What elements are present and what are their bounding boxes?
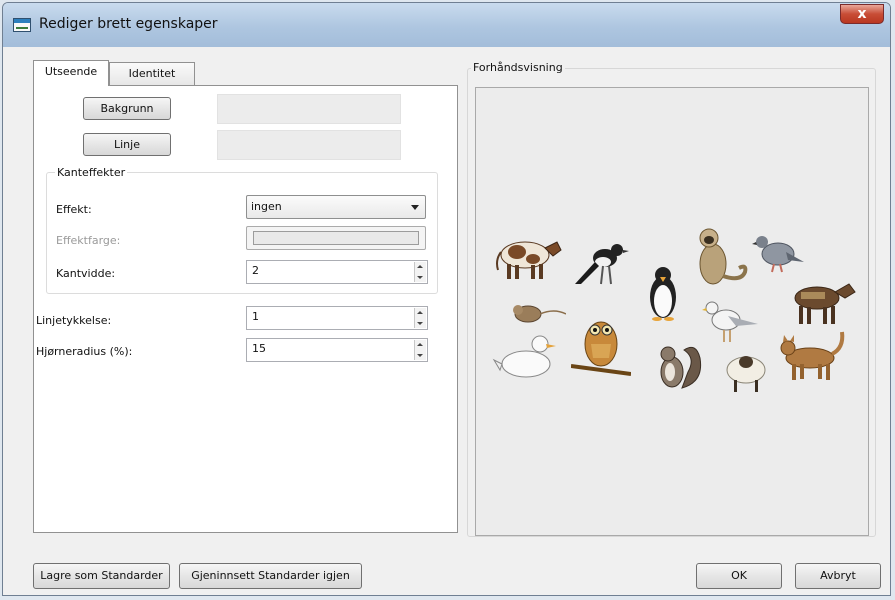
magpie-image <box>575 244 629 285</box>
duck-image <box>492 335 556 378</box>
line-button[interactable]: Linje <box>83 133 171 156</box>
arrow-up-icon <box>417 311 423 314</box>
arrow-up-icon <box>417 265 423 268</box>
line-thickness-value: 1 <box>252 310 259 323</box>
line-thickness-spinbox[interactable]: 1 <box>246 306 428 330</box>
restore-defaults-button[interactable]: Gjeninnsett Standarder igjen <box>179 563 362 589</box>
edge-width-value: 2 <box>252 264 259 277</box>
preview-board <box>475 87 869 536</box>
donkey-image <box>794 283 856 324</box>
close-button[interactable]: x <box>840 4 884 24</box>
sheep-image <box>726 356 766 392</box>
effect-color-field <box>246 226 426 250</box>
seagull-image <box>702 301 758 342</box>
effect-select[interactable]: ingen <box>246 195 426 219</box>
squirrel-image <box>660 346 702 389</box>
effect-label: Effekt: <box>56 203 92 216</box>
effect-color-label: Effektfarge: <box>56 234 121 247</box>
cow-image <box>496 241 562 279</box>
title-bar[interactable]: Rediger brett egenskaper x <box>3 3 890 47</box>
corner-radius-spinbox[interactable]: 15 <box>246 338 428 362</box>
appearance-panel: Bakgrunn Linje Kanteffekter Effekt: inge… <box>33 85 458 533</box>
arrow-up-icon <box>417 343 423 346</box>
arrow-down-icon <box>417 322 423 325</box>
tab-utseende[interactable]: Utseende <box>33 60 109 86</box>
edge-effects-legend: Kanteffekter <box>57 166 126 179</box>
dialog-content: Utseende Identitet Bakgrunn Linje Kantef… <box>11 47 882 595</box>
background-color-swatch <box>217 94 401 124</box>
rat-image <box>513 305 566 323</box>
owl-image <box>571 321 631 376</box>
edge-width-stepper[interactable] <box>414 262 426 282</box>
line-thickness-stepper[interactable] <box>414 308 426 328</box>
dialog-window: Rediger brett egenskaper x Utseende Iden… <box>2 2 891 596</box>
tab-identitet[interactable]: Identitet <box>109 62 195 86</box>
line-thickness-label: Linjetykkelse: <box>36 314 112 327</box>
arrow-down-icon <box>417 276 423 279</box>
line-color-swatch <box>217 130 401 160</box>
edge-width-label: Kantvidde: <box>56 267 116 280</box>
arrow-down-icon <box>417 354 423 357</box>
background-button[interactable]: Bakgrunn <box>83 97 171 120</box>
edge-width-spinbox[interactable]: 2 <box>246 260 428 284</box>
preview-title: Forhåndsvisning <box>471 61 565 74</box>
save-defaults-button[interactable]: Lagre som Standarder <box>33 563 170 589</box>
cat-image <box>780 331 845 380</box>
corner-radius-value: 15 <box>252 342 266 355</box>
monkey-image <box>699 228 748 285</box>
chevron-down-icon <box>411 205 419 210</box>
corner-radius-label: Hjørneradius (%): <box>36 345 133 358</box>
effect-select-value: ingen <box>251 200 282 213</box>
penguin-image <box>650 267 676 321</box>
corner-radius-stepper[interactable] <box>414 340 426 360</box>
pigeon-image <box>752 236 804 273</box>
ok-button[interactable]: OK <box>696 563 782 589</box>
cancel-button[interactable]: Avbryt <box>795 563 881 589</box>
window-title: Rediger brett egenskaper <box>39 16 218 32</box>
app-icon <box>13 18 31 32</box>
